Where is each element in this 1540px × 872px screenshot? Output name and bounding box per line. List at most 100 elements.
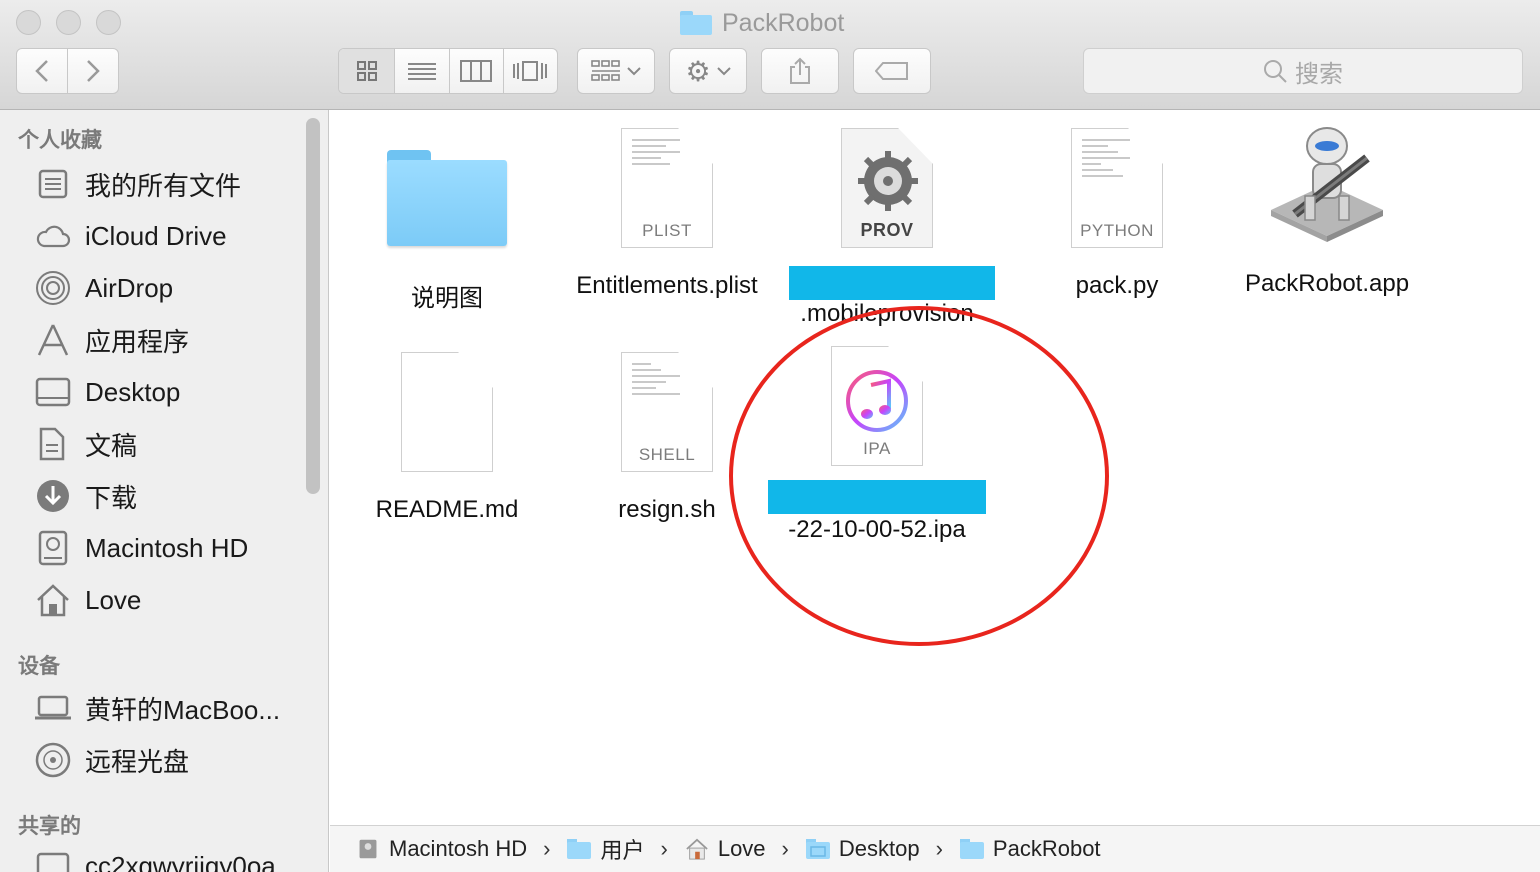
share-icon: [790, 57, 810, 84]
sidebar-item-documents[interactable]: 文稿: [34, 422, 304, 466]
column-view-button[interactable]: [450, 49, 504, 93]
sidebar-section-favorites: 个人收藏: [18, 129, 102, 152]
share-button[interactable]: [761, 48, 839, 94]
markdown-document-icon: [401, 352, 493, 472]
file-item-python[interactable]: PYTHON pack.py: [1007, 128, 1227, 300]
list-view-button[interactable]: [395, 49, 450, 93]
tag-button[interactable]: [853, 48, 931, 94]
file-type-tag: PYTHON: [1080, 221, 1154, 240]
sidebar-item-label: 我的所有文件: [85, 170, 242, 201]
chevron-left-icon: [34, 60, 48, 82]
back-button[interactable]: [17, 49, 68, 93]
gear-icon: [858, 151, 918, 211]
tag-icon: [875, 62, 908, 80]
file-type-tag: PROV: [860, 220, 914, 240]
path-crumb-label: 用户: [600, 838, 645, 863]
sidebar-item-macintosh-hd[interactable]: Macintosh HD: [34, 526, 304, 570]
downloads-icon: [34, 477, 72, 515]
sidebar-item-desktop[interactable]: Desktop: [34, 370, 304, 414]
arrange-button[interactable]: [577, 48, 655, 94]
path-crumb-desktop[interactable]: Desktop: [805, 836, 920, 862]
folder-icon: [805, 839, 830, 859]
sidebar-item-label: Macintosh HD: [85, 532, 249, 563]
icon-view-button[interactable]: [339, 49, 396, 93]
folder-icon: [567, 839, 592, 859]
sidebar-item-shared-computer[interactable]: cc2xgwyriiqy0oa: [34, 844, 304, 872]
sidebar-item-label: Love: [85, 584, 142, 615]
cloud-icon: [34, 217, 72, 255]
home-icon: [686, 838, 708, 860]
chevron-down-icon: [716, 67, 731, 76]
minimize-window-button[interactable]: [56, 10, 81, 35]
file-item-plist[interactable]: PLIST Entitlements.plist: [557, 128, 777, 300]
sidebar-item-label: iCloud Drive: [85, 220, 227, 251]
path-crumb-packrobot[interactable]: PackRobot: [959, 836, 1101, 862]
folder-icon: [959, 839, 984, 859]
sidebar-scrollbar[interactable]: [306, 118, 320, 494]
sidebar-item-airdrop[interactable]: AirDrop: [34, 266, 304, 310]
chevron-right-icon: ›: [543, 836, 551, 861]
arrange-icon: [591, 60, 620, 81]
sidebar-item-label: AirDrop: [85, 272, 174, 303]
documents-icon: [34, 425, 72, 463]
sidebar-item-label: 黄轩的MacBoo...: [85, 694, 281, 725]
file-item-mobileprovision[interactable]: PROV .mobileprovision: [777, 128, 997, 328]
sidebar-item-macbook[interactable]: 黄轩的MacBoo...: [34, 686, 304, 730]
desktop-icon: [34, 373, 72, 411]
file-item-shell[interactable]: SHELL resign.sh: [557, 352, 777, 524]
folder-icon: [680, 11, 712, 35]
action-menu-button[interactable]: ⚙: [669, 48, 747, 94]
home-icon: [34, 581, 72, 619]
grid-icon: [356, 61, 377, 81]
shell-document-icon: SHELL: [621, 352, 713, 472]
search-input[interactable]: 搜索: [1083, 48, 1523, 94]
file-item-app[interactable]: PackRobot.app: [1217, 124, 1437, 298]
computer-icon: [34, 847, 72, 872]
sidebar-item-all-files[interactable]: 我的所有文件: [34, 162, 304, 206]
file-item-ipa[interactable]: IPA -22-10-00-52.ipa: [767, 346, 987, 544]
sidebar-item-label: cc2xgwyriiqy0oa: [85, 850, 276, 872]
file-item-readme[interactable]: README.md: [337, 352, 557, 524]
title-toolbar-area: PackRobot ⚙ 搜索: [0, 0, 1540, 110]
file-name: -22-10-00-52.ipa: [788, 516, 966, 543]
window-title-text: PackRobot: [722, 8, 845, 37]
gear-icon: ⚙: [685, 55, 711, 87]
hard-drive-icon: [34, 529, 72, 567]
file-name: resign.sh: [618, 496, 716, 523]
chevron-right-icon: [86, 60, 100, 82]
sidebar-section-shared: 共享的: [18, 815, 81, 838]
sidebar-item-icloud-drive[interactable]: iCloud Drive: [34, 214, 304, 258]
file-item-folder[interactable]: 说明图: [337, 130, 557, 313]
path-crumb-macintosh-hd[interactable]: Macintosh HD: [355, 836, 527, 862]
redaction-bar: [789, 266, 995, 300]
sidebar-item-label: 应用程序: [85, 326, 190, 357]
path-crumb-label: PackRobot: [992, 836, 1101, 861]
laptop-icon: [34, 689, 72, 727]
sidebar-item-applications[interactable]: 应用程序: [34, 318, 304, 362]
path-crumb-label: Desktop: [838, 836, 920, 861]
path-crumb-love[interactable]: Love: [684, 836, 766, 862]
close-window-button[interactable]: [16, 10, 41, 35]
zoom-window-button[interactable]: [96, 10, 121, 35]
python-document-icon: PYTHON: [1071, 128, 1163, 248]
sidebar-item-love[interactable]: Love: [34, 578, 304, 622]
cover-flow-view-button[interactable]: [504, 49, 558, 93]
sidebar-item-remote-disc[interactable]: 远程光盘: [34, 738, 304, 782]
file-browser-content: 说明图 PLIST Entitlements.plist PROV .mobil…: [330, 110, 1540, 825]
file-type-tag: SHELL: [638, 445, 696, 464]
forward-button[interactable]: [68, 49, 119, 93]
window-title: PackRobot: [680, 8, 844, 38]
list-icon: [408, 63, 437, 80]
chevron-right-icon: ›: [660, 836, 668, 861]
back-forward-group: [16, 48, 119, 94]
columns-icon: [460, 60, 493, 82]
hard-drive-icon: [359, 839, 377, 859]
path-crumb-label: Love: [717, 836, 766, 861]
sidebar-item-downloads[interactable]: 下载: [34, 474, 304, 518]
automator-robot-icon: [1271, 127, 1383, 242]
file-name: .mobileprovision: [800, 300, 974, 327]
sidebar-item-label: 文稿: [85, 430, 138, 461]
file-type-tag: IPA: [863, 439, 891, 458]
path-crumb-users[interactable]: 用户: [566, 833, 645, 865]
search-placeholder: 搜索: [1295, 60, 1343, 88]
